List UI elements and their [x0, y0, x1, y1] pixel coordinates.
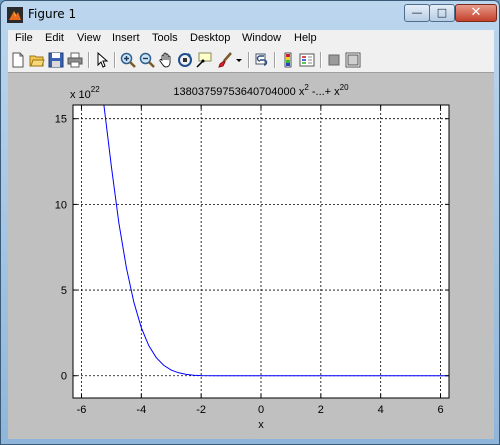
y-multiplier-exponent: 22 — [91, 85, 100, 94]
y-tick-label: 5 — [61, 285, 67, 297]
colorbar-icon[interactable] — [280, 52, 296, 68]
matlab-icon — [7, 7, 23, 23]
save-icon[interactable] — [48, 52, 64, 68]
x-tick-label: 6 — [437, 404, 443, 416]
chart-title-part: 13803759753640704000 x — [173, 86, 304, 98]
data-cursor-icon[interactable] — [196, 52, 212, 68]
window-title: Figure 1 — [28, 7, 77, 21]
maximize-button[interactable]: □ — [429, 4, 455, 22]
y-tick-label: 15 — [55, 114, 67, 126]
minimize-icon: — — [411, 6, 423, 19]
x-tick-label: 4 — [378, 404, 384, 416]
figure-toolbar — [8, 49, 494, 73]
x-tick-label: -4 — [136, 404, 146, 416]
x-tick-label: -6 — [77, 404, 87, 416]
zoom-in-icon[interactable] — [120, 52, 136, 68]
toolbar-separator — [320, 52, 322, 68]
x-tick-label: 2 — [318, 404, 324, 416]
show-plot-tools-icon[interactable] — [345, 52, 361, 68]
menu-tools[interactable]: Tools — [152, 32, 178, 44]
toolbar-separator — [88, 52, 90, 68]
menu-insert[interactable]: Insert — [112, 32, 140, 44]
chevron-down-icon[interactable] — [234, 52, 244, 68]
y-tick-label: 0 — [61, 371, 67, 383]
y-tick-label: 10 — [55, 199, 67, 211]
toolbar-separator — [248, 52, 250, 68]
rotate-3d-icon[interactable] — [177, 52, 193, 68]
title-bar[interactable]: Figure 1 — □ ✕ — [1, 1, 499, 29]
chart-title-part: -...+ x — [309, 86, 340, 98]
open-file-icon[interactable] — [29, 52, 45, 68]
menu-desktop[interactable]: Desktop — [190, 32, 230, 44]
y-multiplier: x 1022 — [70, 85, 100, 101]
menu-edit[interactable]: Edit — [45, 32, 64, 44]
new-figure-icon[interactable] — [10, 52, 26, 68]
plot-area: -6 -4 -2 0 2 4 6 0 5 10 15 x x 1022 13803759753640704… — [8, 73, 494, 439]
minimize-button[interactable]: — — [404, 4, 430, 22]
brush-icon[interactable] — [217, 52, 233, 68]
menu-view[interactable]: View — [77, 32, 101, 44]
edit-plot-icon[interactable] — [94, 52, 110, 68]
line-chart[interactable]: -6 -4 -2 0 2 4 6 0 5 10 15 x x 1022 13803759753640704… — [8, 73, 494, 439]
chart-title: 13803759753640704000 x2 -...+ x20 — [173, 83, 349, 98]
toolbar-separator — [114, 52, 116, 68]
legend-icon[interactable] — [299, 52, 315, 68]
menu-file[interactable]: File — [15, 32, 33, 44]
x-tick-label: -2 — [196, 404, 206, 416]
figure-client: File Edit View Insert Tools Desktop Wind… — [8, 30, 494, 439]
zoom-out-icon[interactable] — [139, 52, 155, 68]
pan-icon[interactable] — [158, 52, 174, 68]
link-plot-icon[interactable] — [254, 52, 270, 68]
figure-window: Figure 1 — □ ✕ File Edit View Insert Too… — [0, 0, 500, 445]
x-axis-label: x — [258, 419, 264, 431]
menu-window[interactable]: Window — [242, 32, 281, 44]
chart-title-exponent: 20 — [340, 83, 349, 92]
print-icon[interactable] — [67, 52, 83, 68]
maximize-icon: □ — [436, 6, 448, 19]
hide-plot-tools-icon[interactable] — [326, 52, 342, 68]
close-button[interactable]: ✕ — [455, 4, 497, 22]
toolbar-separator — [274, 52, 276, 68]
x-tick-label: 0 — [258, 404, 264, 416]
close-icon: ✕ — [470, 5, 482, 20]
menu-bar: File Edit View Insert Tools Desktop Wind… — [8, 30, 494, 49]
menu-help[interactable]: Help — [294, 32, 317, 44]
